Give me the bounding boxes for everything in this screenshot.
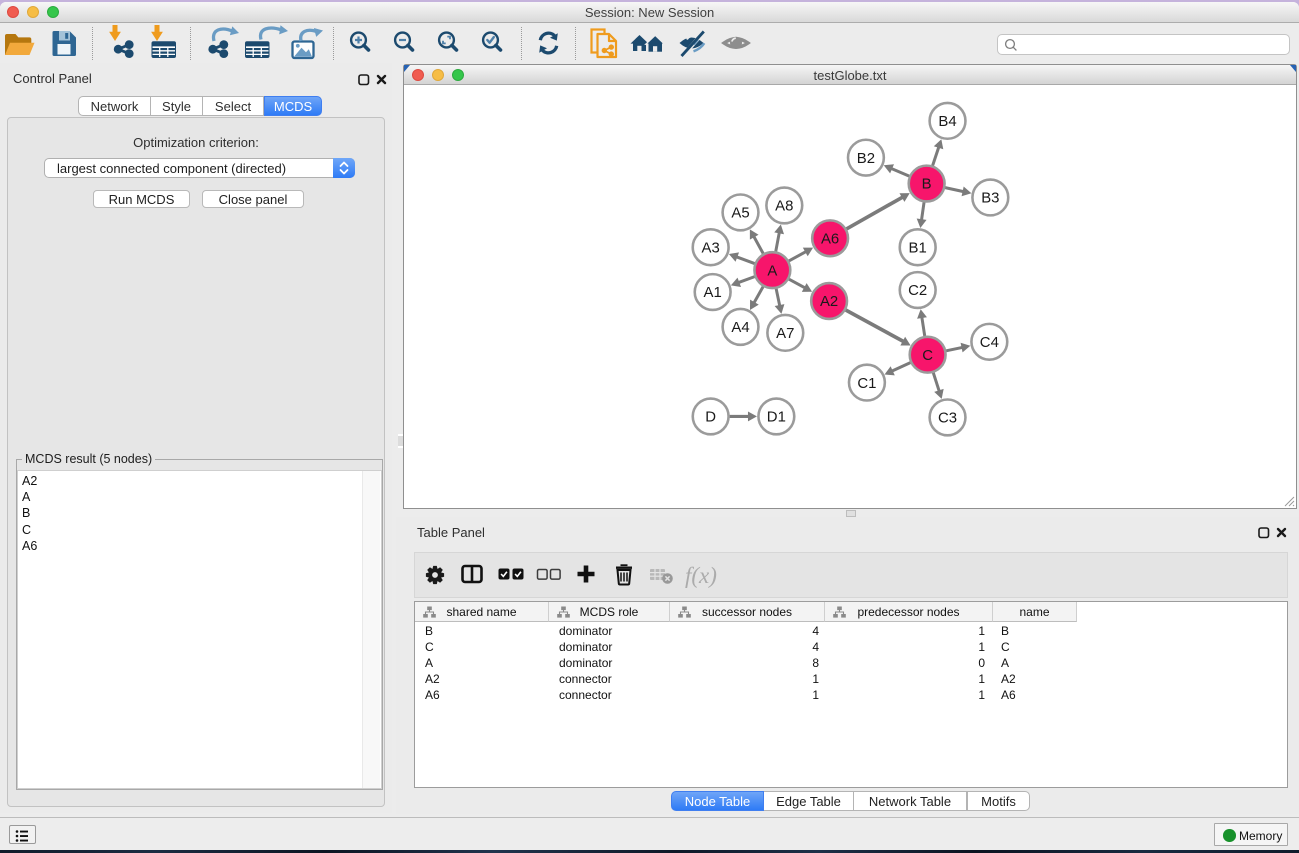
svg-text:A4: A4 <box>731 319 749 336</box>
svg-text:f(x): f(x) <box>685 563 717 588</box>
svg-text:A5: A5 <box>731 205 749 222</box>
svg-text:C4: C4 <box>980 334 999 351</box>
svg-text:A3: A3 <box>702 239 720 256</box>
svg-text:C1: C1 <box>857 375 876 392</box>
svg-text:B2: B2 <box>857 150 875 167</box>
svg-text:A1: A1 <box>704 284 722 301</box>
svg-text:A7: A7 <box>776 325 794 342</box>
svg-text:B4: B4 <box>938 113 956 130</box>
svg-text:B1: B1 <box>909 239 927 256</box>
svg-text:B3: B3 <box>981 190 999 207</box>
svg-text:A6: A6 <box>821 230 839 247</box>
svg-text:B: B <box>922 176 932 193</box>
svg-text:C2: C2 <box>908 282 927 299</box>
svg-text:C: C <box>922 347 933 364</box>
svg-text:D: D <box>705 409 716 426</box>
svg-text:D1: D1 <box>767 409 786 426</box>
svg-text:C3: C3 <box>938 410 957 427</box>
svg-text:A2: A2 <box>820 293 838 310</box>
svg-text:A8: A8 <box>775 198 793 215</box>
svg-text:A: A <box>767 262 777 279</box>
